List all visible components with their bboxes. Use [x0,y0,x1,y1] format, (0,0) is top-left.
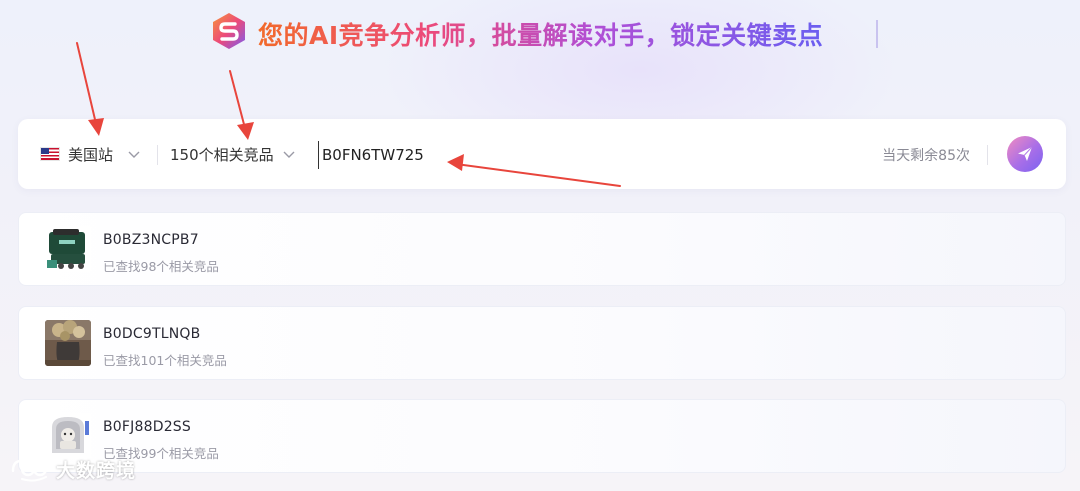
s-logo-icon [213,13,245,49]
result-card[interactable]: B0FJ88D2SS 已查找99个相关竞品 [18,399,1066,473]
result-found-text: 已查找101个相关竞品 [103,353,227,368]
site-select-label: 美国站 [68,145,114,164]
asin-input[interactable] [318,141,842,169]
page-header: 您的AI竞争分析师，批量解读对手，锁定关键卖点 [0,12,1080,56]
text-caret [876,20,878,48]
competitor-count-label: 150个相关竞品 [170,145,274,164]
green-grill-product-thumb [45,226,91,272]
divider [157,145,158,165]
paper-plane-icon [1018,146,1033,161]
result-found-text: 已查找98个相关竞品 [103,259,219,274]
watermark-text: 大数跨境 [56,460,137,482]
watermark: 大数跨境 [10,456,136,483]
result-card[interactable]: B0BZ3NCPB7 已查找98个相关竞品 [18,212,1066,286]
watermark-logo-icon [11,459,48,482]
competitor-count-select[interactable]: 150个相关竞品 [170,142,296,166]
cat-litter-box-product-thumb [45,413,91,459]
us-flag-icon [40,147,60,161]
result-asin: B0DC9TLNQB [103,326,201,342]
site-select[interactable]: 美国站 [40,142,141,166]
result-card[interactable]: B0DC9TLNQB 已查找101个相关竞品 [18,306,1066,380]
dried-flower-vase-product-thumb [45,320,91,366]
divider [987,145,988,165]
send-button[interactable] [1007,136,1043,172]
remaining-quota-text: 当天剩余85次 [882,148,970,164]
result-asin: B0BZ3NCPB7 [103,232,199,248]
page-headline: 您的AI竞争分析师，批量解读对手，锁定关键卖点 [258,16,823,52]
chevron-down-icon [283,151,295,158]
search-bar: 美国站 150个相关竞品 当天剩余85次 [18,119,1066,189]
chevron-down-icon [128,151,140,158]
result-asin: B0FJ88D2SS [103,419,191,435]
